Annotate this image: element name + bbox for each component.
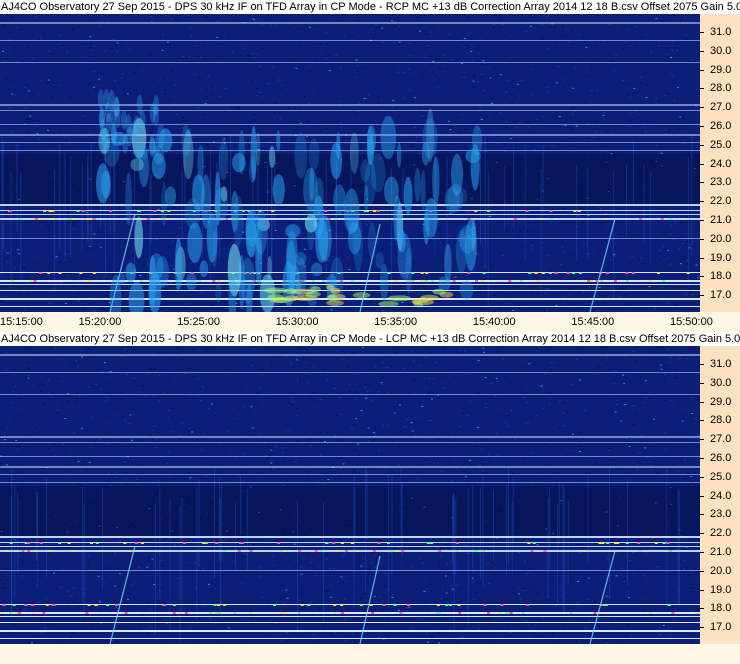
time-tick-label: 15:35:00 [374, 316, 418, 328]
freq-tick-text: 27.0 [710, 433, 732, 446]
freq-tick-text: 17.0 [710, 289, 732, 302]
freq-tick-text: 28.0 [710, 414, 732, 427]
time-axis: 15:15:00 15:20:00 15:25:00 15:30:00 15:35:00… [0, 312, 740, 332]
freq-tick-text: 25.0 [710, 138, 732, 151]
lcp-frequency-axis: 31.0 30.0 29.0 28.0 27.0 26.0 25.0 24.0 23.0 22.0… [700, 346, 740, 644]
freq-tick-text: 20.0 [710, 232, 732, 245]
lcp-spectrogram-canvas [0, 346, 700, 644]
rcp-title: AJ4CO Observatory 27 Sep 2015 - DPS 30 k… [0, 0, 740, 14]
freq-tick-text: 22.0 [710, 195, 732, 208]
freq-tick-text: 29.0 [710, 395, 732, 408]
freq-tick-text: 22.0 [710, 527, 732, 540]
time-tick-label: 15:45:00 [571, 316, 615, 328]
freq-tick-text: 19.0 [710, 251, 732, 264]
time-tick-label: 15:15:00 [0, 316, 43, 328]
time-tick-label: 15:50:00 [670, 316, 713, 328]
lcp-time-axis [0, 644, 740, 664]
freq-tick-text: 30.0 [710, 376, 732, 389]
lcp-title: AJ4CO Observatory 27 Sep 2015 - DPS 30 k… [0, 332, 740, 346]
freq-tick-text: 17.0 [710, 621, 732, 634]
freq-tick-text: 21.0 [710, 546, 732, 558]
freq-tick-text: 30.0 [710, 44, 732, 57]
freq-tick-text: 19.0 [710, 583, 732, 596]
freq-tick-text: 23.0 [710, 508, 732, 521]
freq-tick-text: 29.0 [710, 63, 732, 76]
rcp-spectrogram-canvas [0, 14, 700, 312]
freq-tick-text: 18.0 [710, 602, 732, 615]
time-tick-label: 15:30:00 [275, 316, 319, 328]
rcp-frequency-axis: 31.0 30.0 29.0 28.0 27.0 26.0 25.0 24.0 23.0 22.0… [700, 14, 740, 312]
freq-tick-text: 21.0 [710, 214, 732, 226]
freq-tick-text: 20.0 [710, 564, 732, 577]
time-tick-label: 15:20:00 [78, 316, 122, 328]
freq-tick-text: 26.0 [710, 452, 732, 464]
time-tick-label: 15:25:00 [177, 316, 220, 328]
freq-tick-text: 27.0 [710, 101, 732, 114]
freq-tick-text: 18.0 [710, 270, 732, 283]
rcp-panel: AJ4CO Observatory 27 Sep 2015 - DPS 30 k… [0, 0, 740, 332]
freq-tick-text: 31.0 [710, 26, 732, 38]
lcp-spectrogram [0, 346, 700, 644]
freq-tick-text: 26.0 [710, 120, 732, 132]
time-tick-label: 15:40:00 [472, 316, 516, 328]
freq-tick-text: 25.0 [710, 470, 732, 483]
freq-tick-text: 24.0 [710, 489, 732, 502]
freq-tick-text: 28.0 [710, 82, 732, 95]
freq-tick-text: 23.0 [710, 176, 732, 189]
rcp-spectrogram [0, 14, 700, 312]
freq-tick-text: 24.0 [710, 157, 732, 170]
lcp-panel: AJ4CO Observatory 27 Sep 2015 - DPS 30 k… [0, 332, 740, 664]
freq-tick-text: 31.0 [710, 358, 732, 370]
